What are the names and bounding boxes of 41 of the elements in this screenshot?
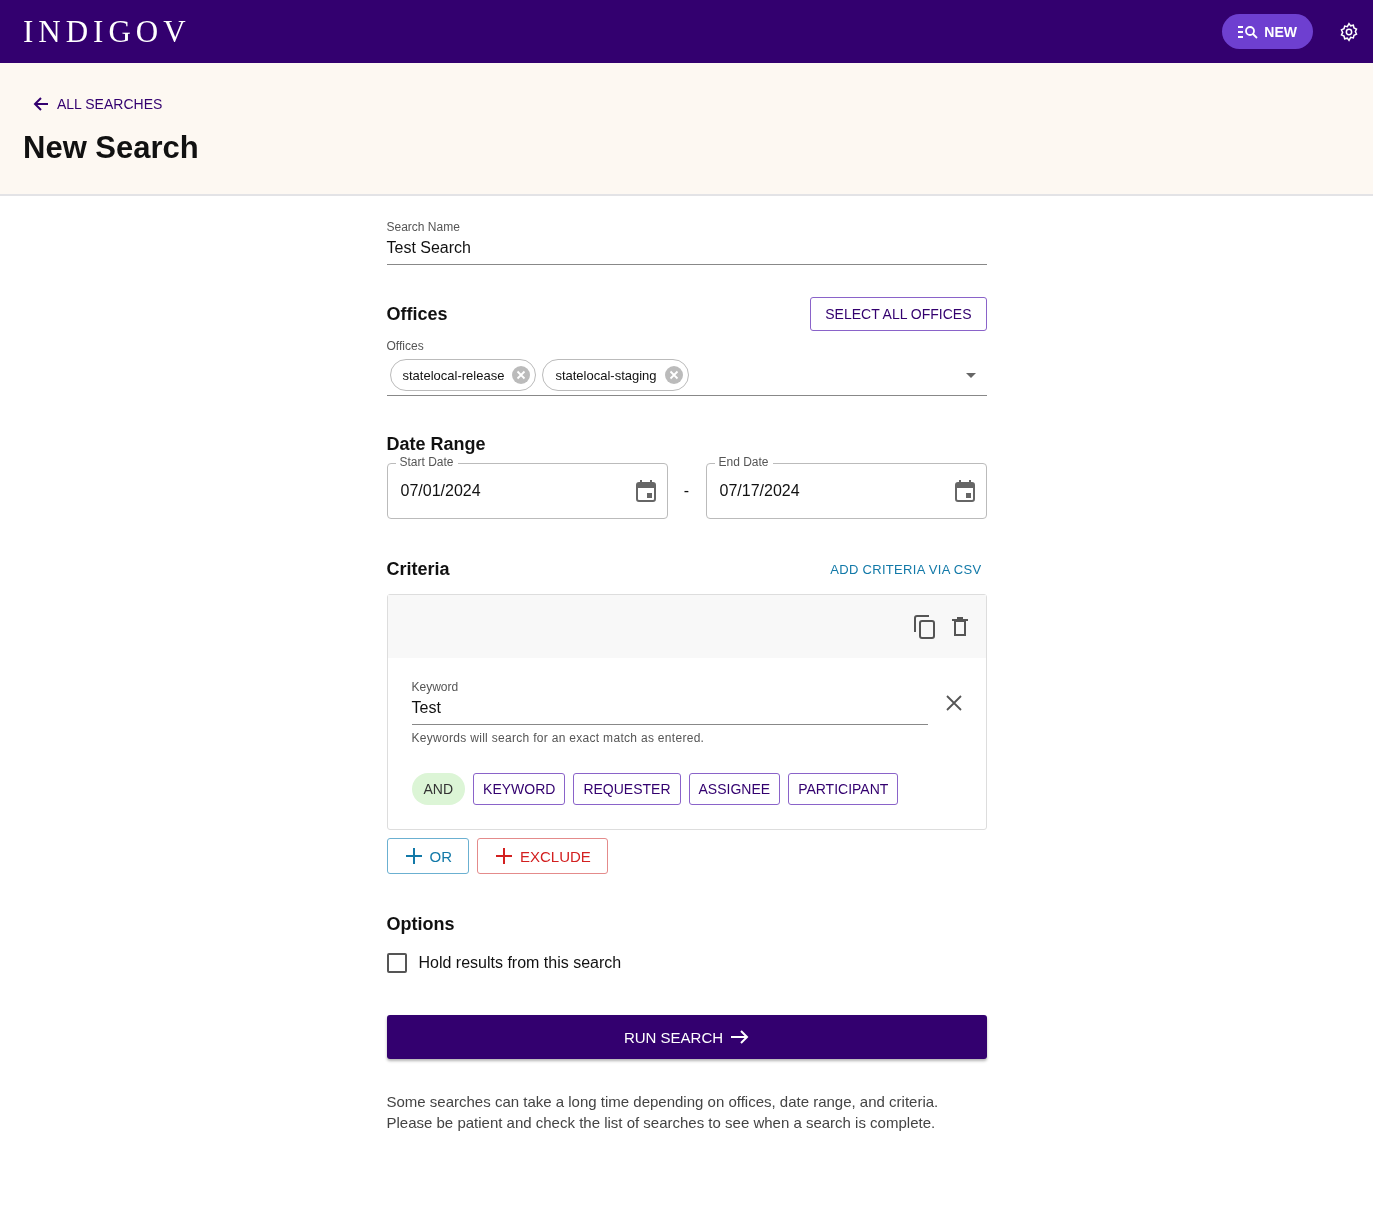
date-separator: - <box>682 482 691 500</box>
copy-icon[interactable] <box>913 614 936 639</box>
offices-select[interactable]: statelocal-release statelocal-staging <box>386 353 987 396</box>
plus-icon <box>405 848 422 864</box>
helper-text: Keywords will search for an exact match as entered. <box>411 731 706 745</box>
add-criteria-csv-link[interactable]: ADD CRITERIA VIA CSV <box>830 562 982 577</box>
delete-icon[interactable] <box>951 617 968 636</box>
close-icon[interactable] <box>945 694 962 711</box>
run-search-button[interactable]: RUN SEARCH <box>386 1015 987 1059</box>
criteria-type-button[interactable]: PARTICIPANT <box>788 773 899 805</box>
search-list-icon <box>1238 24 1259 39</box>
criteria-type-button[interactable]: KEYWORD <box>473 773 566 805</box>
section-heading: Offices <box>386 303 448 325</box>
field-label: Search Name <box>386 220 461 234</box>
add-exclude-button[interactable]: EXCLUDE <box>477 838 608 874</box>
calendar-icon[interactable] <box>635 480 656 502</box>
section-heading: Criteria <box>386 559 450 580</box>
back-arrow-icon <box>33 96 49 112</box>
checkbox[interactable] <box>386 953 407 973</box>
page-title: New Search <box>23 130 200 166</box>
criteria-type-button[interactable]: ASSIGNEE <box>688 773 781 805</box>
select-all-offices-button[interactable]: SELECT ALL OFFICES <box>810 297 987 331</box>
logo: INDIGOV <box>23 13 191 50</box>
operator-tag: AND <box>411 773 466 805</box>
criteria-type-button[interactable]: REQUESTER <box>573 773 681 805</box>
info-note: Some searches can take a long time depending on offices, date range, and criteria. Please be patient and check the list of searches to see when a search is complete. <box>386 1092 940 1133</box>
new-search-button[interactable]: NEW <box>1222 14 1313 49</box>
arrow-right-icon <box>731 1029 750 1045</box>
section-heading: Date Range <box>386 434 487 455</box>
calendar-icon[interactable] <box>954 480 975 502</box>
field-label: Offices <box>386 339 425 353</box>
settings-icon[interactable] <box>1339 21 1359 42</box>
back-link[interactable]: ALL SEARCHES <box>33 96 163 112</box>
keyword-field[interactable]: Test <box>411 694 928 725</box>
section-heading: Options <box>386 914 456 935</box>
checkbox-label[interactable]: Hold results from this search <box>418 954 622 972</box>
plus-icon <box>496 848 512 864</box>
search-name-field[interactable]: Test Search <box>386 234 987 265</box>
dropdown-caret-icon[interactable] <box>965 372 976 378</box>
add-or-button[interactable]: OR <box>386 838 469 874</box>
field-label: Keyword <box>411 680 460 694</box>
